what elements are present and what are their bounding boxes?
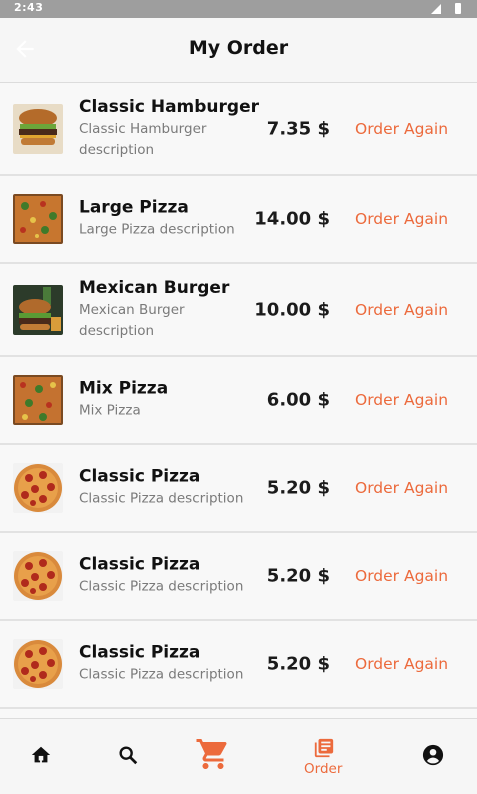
order-again-button[interactable]: Order Again (355, 210, 448, 228)
order-again-button[interactable]: Order Again (355, 655, 448, 673)
nav-search[interactable] (105, 719, 151, 794)
cart-icon (196, 739, 227, 769)
food-thumbnail (13, 551, 63, 601)
item-name: Classic Pizza (79, 466, 201, 487)
food-thumbnail (13, 375, 63, 425)
order-row: Classic Hamburger Classic Hamburger desc… (0, 83, 477, 176)
search-icon (119, 746, 138, 765)
item-name: Mix Pizza (79, 378, 169, 399)
order-again-button[interactable]: Order Again (355, 301, 448, 319)
item-price: 14.00 $ (254, 208, 330, 230)
item-price: 5.20 $ (266, 653, 330, 675)
item-name: Classic Hamburger (79, 96, 259, 117)
item-description: Mexican Burger description (79, 301, 185, 339)
signal-icon (431, 4, 441, 14)
battery-icon (455, 3, 461, 14)
item-description: Large Pizza description (79, 221, 235, 238)
item-name: Mexican Burger (79, 277, 230, 298)
order-again-button[interactable]: Order Again (355, 120, 448, 138)
nav-home[interactable] (18, 719, 64, 794)
status-bar: 2:43 (0, 0, 477, 18)
food-thumbnail (13, 463, 63, 513)
status-time: 2:43 (14, 1, 44, 14)
item-description: Classic Pizza description (79, 490, 244, 507)
item-price: 7.35 $ (266, 118, 330, 139)
item-description: Classic Hamburger description (79, 120, 207, 158)
order-again-button[interactable]: Order Again (355, 479, 448, 497)
order-row: Mix Pizza Mix Pizza 6.00 $ Order Again (0, 357, 477, 445)
item-description: Mix Pizza (79, 402, 141, 419)
nav-cart[interactable] (190, 719, 238, 794)
nav-account[interactable] (410, 719, 456, 794)
order-row: Large Pizza Large Pizza description 14.0… (0, 176, 477, 264)
item-name: Classic Pizza (79, 554, 201, 575)
nav-order-label: Order (304, 761, 343, 777)
order-again-button[interactable]: Order Again (355, 391, 448, 409)
item-price: 5.20 $ (266, 565, 330, 587)
order-row-partial (0, 709, 477, 718)
order-row: Classic Pizza Classic Pizza description … (0, 621, 477, 709)
home-icon (31, 746, 51, 763)
page-title: My Order (188, 37, 289, 59)
item-price: 6.00 $ (266, 389, 330, 411)
item-name: Classic Pizza (79, 642, 201, 663)
bottom-navigation: Order (0, 718, 477, 794)
food-thumbnail (13, 194, 63, 244)
app-bar: My Order (0, 18, 477, 83)
food-thumbnail (13, 639, 63, 689)
item-description: Classic Pizza description (79, 578, 244, 595)
item-price: 5.20 $ (266, 477, 330, 499)
account-icon (422, 744, 444, 766)
order-list[interactable]: Classic Hamburger Classic Hamburger desc… (0, 83, 477, 718)
food-thumbnail (13, 284, 63, 335)
item-name: Large Pizza (79, 197, 189, 218)
order-again-button[interactable]: Order Again (355, 567, 448, 585)
item-price: 10.00 $ (254, 299, 330, 320)
order-row: Classic Pizza Classic Pizza description … (0, 533, 477, 621)
item-description: Classic Pizza description (79, 666, 244, 683)
food-thumbnail (13, 103, 63, 154)
nav-order[interactable]: Order (296, 719, 352, 794)
order-row: Classic Pizza Classic Pizza description … (0, 445, 477, 533)
order-list-icon (314, 738, 334, 758)
order-row: Mexican Burger Mexican Burger descriptio… (0, 264, 477, 357)
